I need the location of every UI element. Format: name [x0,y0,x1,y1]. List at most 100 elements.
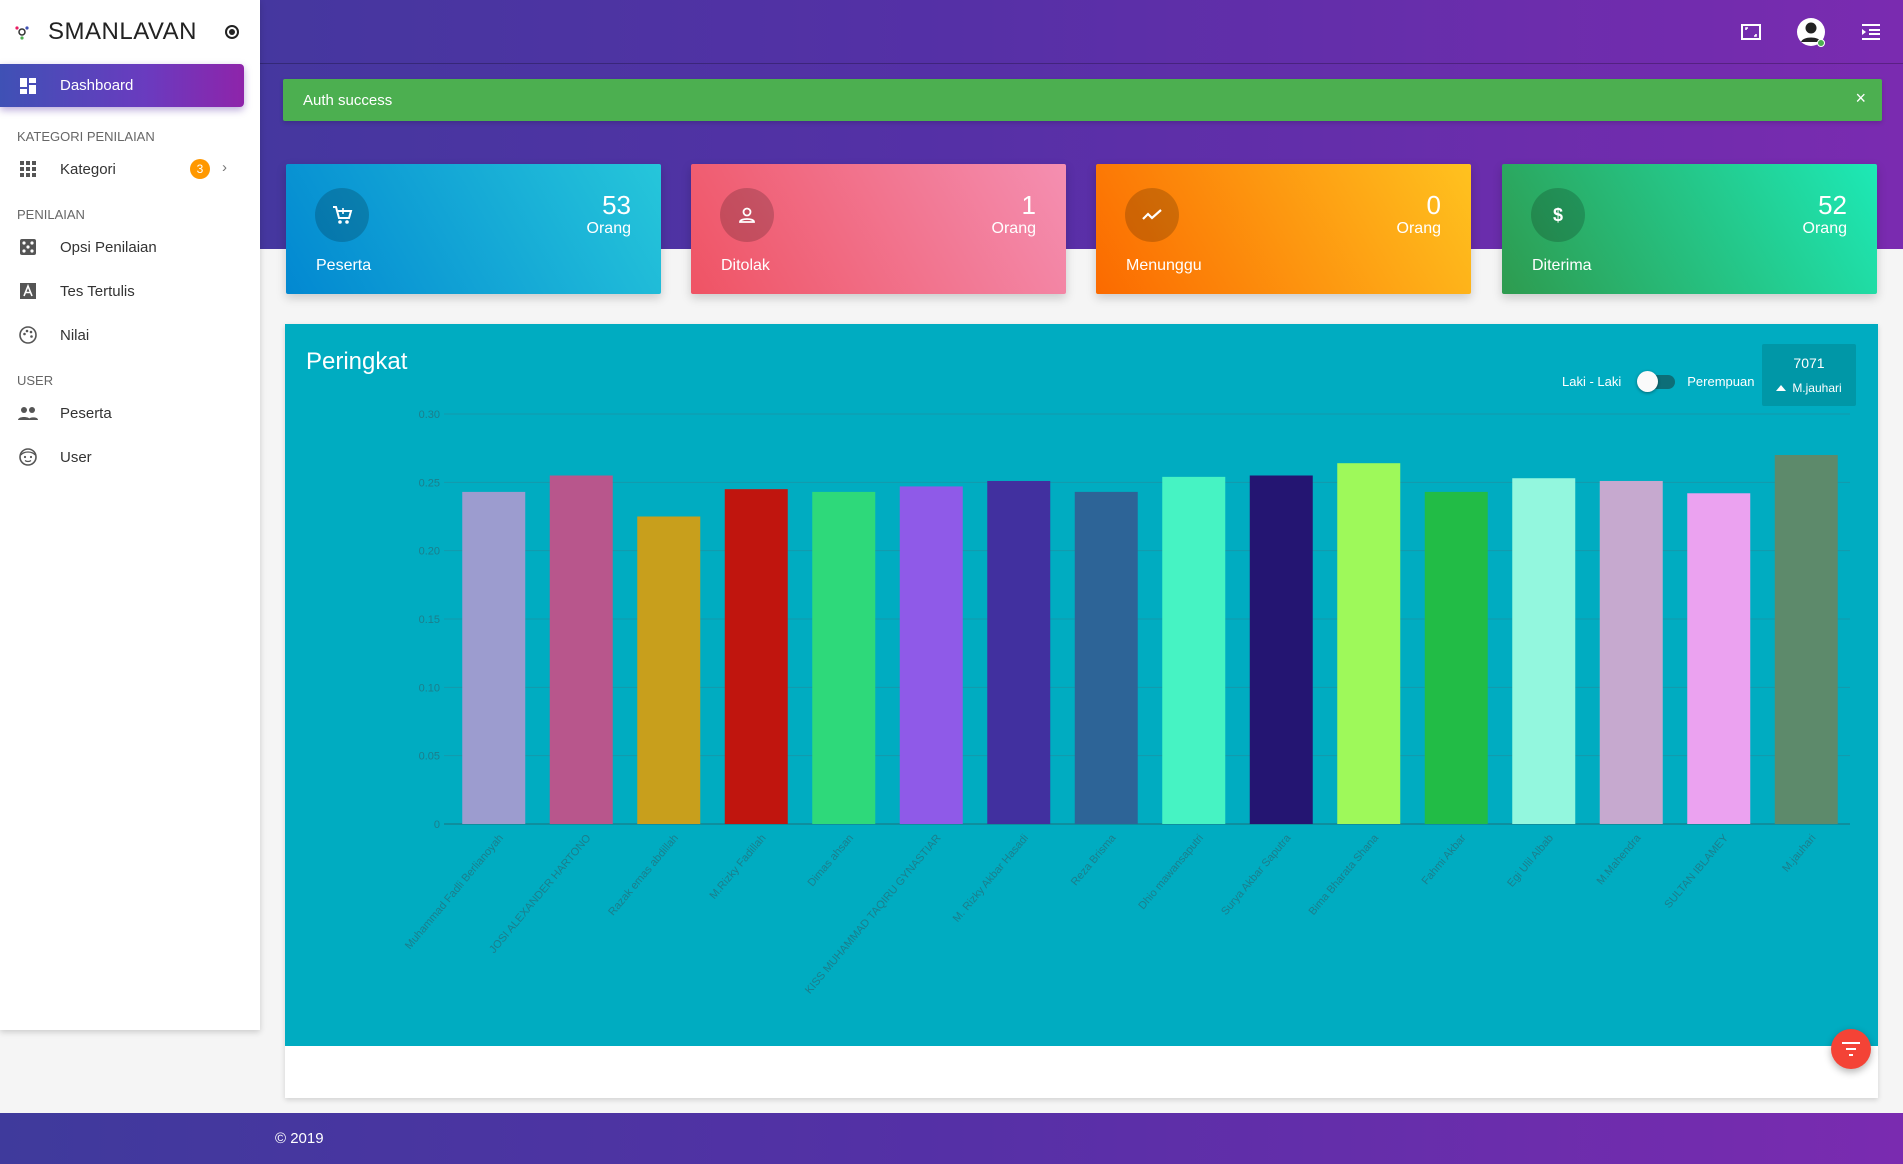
sidebar: SMANLAVAN Dashboard KATEGORI PENILAIAN K… [0,0,260,1030]
y-tick-label: 0 [434,819,440,831]
chart-bar [1337,463,1401,824]
card-label: Peserta [316,257,372,274]
copyright: © 2019 [275,1130,324,1147]
alert-text: Auth success [303,91,393,109]
chart-bar [1512,478,1576,824]
sidebar-mini-toggle[interactable] [224,25,239,39]
section-title: PENILAIAN [17,207,85,222]
filter-fab-button[interactable] [1831,1029,1871,1069]
chart-bar [812,491,876,824]
stat-card-ditolak[interactable]: 1 Orang Ditolak [691,164,1066,294]
card-label: Diterima [1532,257,1592,274]
face-icon [18,447,38,467]
sidebar-item-label: User [60,448,92,466]
palette-icon [18,325,38,345]
y-tick-label: 0.10 [419,682,440,694]
top-toolbar [1733,14,1889,50]
close-icon[interactable]: × [1855,88,1866,109]
x-tick-label: Bima Bharata Shana [1307,832,1382,918]
sidebar-item-user[interactable]: User [0,435,260,479]
sidebar-item-dashboard[interactable]: Dashboard [0,64,244,107]
card-value: 52 [1818,190,1847,220]
card-value: 0 [1426,190,1441,220]
fullscreen-icon[interactable] [1733,14,1769,50]
chart-bar [1249,475,1313,824]
x-tick-label: JOSI ALEXANDER HARTONO [487,832,594,956]
x-tick-label: M. Rizky Akbar Hasadi [951,832,1031,924]
app-name[interactable]: SMANLAVAN [48,18,197,46]
person-icon [720,188,774,242]
text-icon [18,281,38,301]
chart-bar [637,516,701,824]
brand-logo-icon [14,24,30,40]
chevron-right-icon: › [222,159,227,176]
y-tick-label: 0.05 [419,751,440,763]
chart-title: Peringkat [306,348,408,375]
card-unit: Orang [1396,220,1441,237]
dashboard-icon [18,76,38,96]
x-tick-label: Fahmi Akbar [1420,832,1469,887]
chart-bar [462,491,526,824]
y-tick-label: 0.30 [419,409,440,421]
section-title: KATEGORI PENILAIAN [17,129,155,144]
sidebar-item-kategori[interactable]: Kategori 3 › [0,147,260,191]
sidebar-item-label: Tes Tertulis [60,282,135,300]
x-tick-label: Reza Brisma [1069,832,1119,889]
card-value: 53 [602,190,631,220]
sidebar-item-nilai[interactable]: Nilai [0,313,260,357]
card-value: 1 [1021,190,1036,220]
card-unit: Orang [586,220,631,237]
svg-text:$: $ [1553,205,1563,225]
sidebar-item-label: Kategori [60,160,116,178]
card-label: Ditolak [721,257,770,274]
switch-knob[interactable] [1637,370,1659,392]
count-badge: 3 [190,159,210,179]
x-tick-label: SULTAN IBLAMEY [1662,832,1731,911]
top-rank-name: M.jauhari [1792,381,1842,395]
sidebar-item-tes-tertulis[interactable]: Tes Tertulis [0,269,260,313]
chart-bar [987,480,1051,824]
sidebar-item-label: Opsi Penilaian [60,238,157,256]
gender-switch[interactable] [1637,370,1676,392]
dollar-icon: $ [1531,188,1585,242]
x-tick-label: M.Rizky Fadillah [707,832,768,902]
sidebar-item-opsi-penilaian[interactable]: Opsi Penilaian [0,225,260,269]
x-tick-label: KISS MUHAMMAD TAQIRU GYNASTIAR [803,832,944,996]
user-avatar-icon[interactable] [1793,14,1829,50]
chart-bar [1424,491,1488,824]
stat-card-peserta[interactable]: 53 Orang Peserta [286,164,661,294]
brand: SMANLAVAN [0,0,260,64]
trend-icon [1125,188,1179,242]
y-tick-label: 0.25 [419,477,440,489]
x-tick-label: Razak emas abdillah [606,832,681,918]
apps-icon [18,159,38,179]
x-tick-label: Dhio mawansaputri [1136,832,1206,912]
top-rank-name-row: M.jauhari [1762,381,1856,395]
chart-bar [1599,480,1663,824]
sidebar-item-label: Nilai [60,326,90,344]
chart-bar [549,475,613,824]
x-tick-label: Surya Akbar Saputra [1219,832,1294,918]
footer: © 2019 [0,1113,1903,1164]
toggle-left-label: Laki - Laki [1562,374,1622,389]
people-icon [18,403,38,423]
sidebar-item-label: Peserta [60,404,112,422]
chart-bar [724,489,788,824]
x-tick-label: Muhammad Fadli Berlianoyah [403,832,506,952]
sidebar-item-label: Dashboard [60,77,134,94]
x-tick-label: Dimas ahsan [806,832,856,889]
top-rank-box: 7071 M.jauhari [1762,344,1856,406]
stat-card-menunggu[interactable]: 0 Orang Menunggu [1096,164,1471,294]
sidebar-item-peserta[interactable]: Peserta [0,391,260,435]
menu-toggle-icon[interactable] [1853,14,1889,50]
chart-bar [899,486,963,824]
card-label: Menunggu [1126,257,1202,274]
chart-bar [1162,476,1226,824]
y-tick-label: 0.20 [419,546,440,558]
bar-chart: 0 0.05 0.10 0.15 0.20 0.25 0.30 Muhammad Fadli … [403,409,1850,996]
section-title: USER [17,373,54,388]
stat-card-diterima[interactable]: $ 52 Orang Diterima [1502,164,1877,294]
chart-bar [1687,493,1751,824]
card-unit: Orang [991,220,1036,237]
ranking-panel: 0 0.05 0.10 0.15 0.20 0.25 0.30 Muhammad Fadli … [285,324,1878,1098]
